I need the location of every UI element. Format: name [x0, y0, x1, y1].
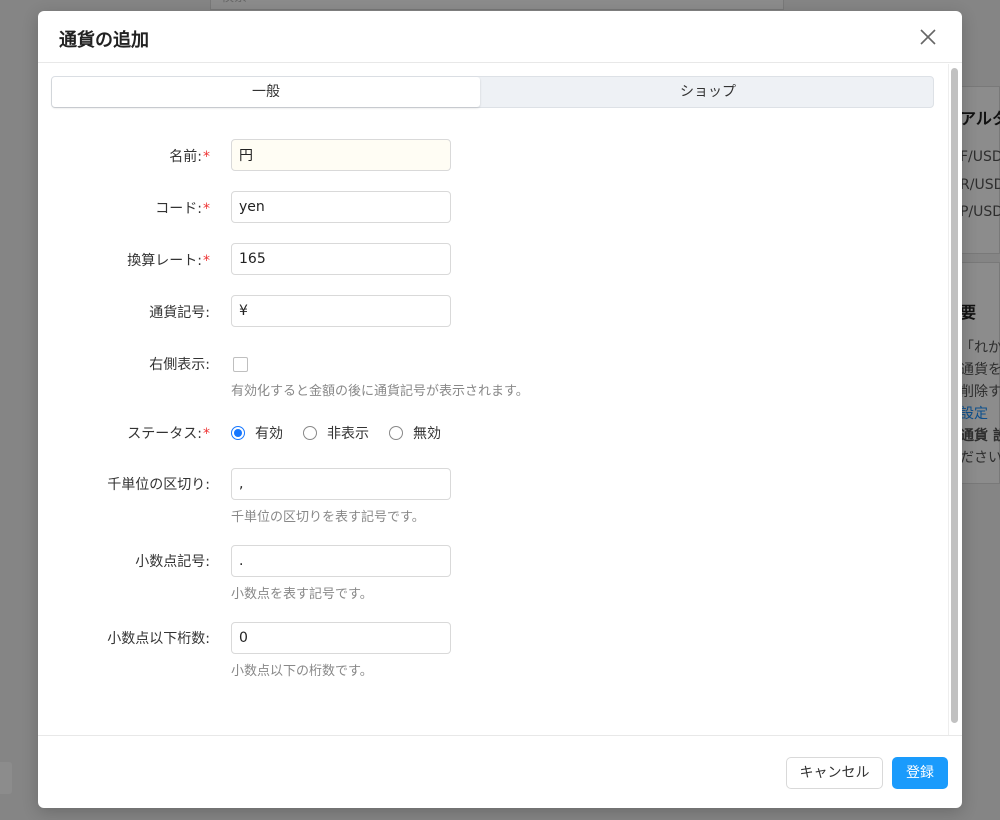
tab-bar: 一般 ショップ [51, 76, 934, 108]
scrollbar[interactable] [948, 64, 960, 736]
radio-unchecked-icon [303, 426, 317, 440]
required-mark: * [203, 253, 210, 269]
decimal-help: 小数点を表す記号です。 [231, 587, 373, 602]
right-display-checkbox[interactable] [233, 357, 248, 372]
right-display-help: 有効化すると金額の後に通貨記号が表示されます。 [231, 384, 529, 399]
currency-symbol-input[interactable] [231, 295, 451, 327]
modal-body: 一般 ショップ 名前:* コード:* 換算レート:* 通貨記号: 右側表示: 有… [38, 64, 962, 736]
right-display-label: 右側表示: [149, 357, 210, 373]
decimal-places-help: 小数点以下の桁数です。 [231, 664, 373, 679]
decimal-places-input[interactable] [231, 622, 451, 654]
name-input[interactable] [231, 139, 451, 171]
required-mark: * [203, 201, 210, 217]
add-currency-modal: 通貨の追加 一般 ショップ 名前:* コード:* 換算レート:* [38, 11, 962, 808]
decimal-symbol-input[interactable] [231, 545, 451, 577]
rate-label: 換算レート:* [127, 250, 210, 270]
required-mark: * [203, 426, 210, 442]
thousands-separator-input[interactable] [231, 468, 451, 500]
status-option-label: 非表示 [327, 426, 369, 442]
required-mark: * [203, 149, 210, 165]
status-option-label: 無効 [413, 426, 441, 442]
decimal-label: 小数点記号: [135, 554, 210, 570]
cancel-button[interactable]: キャンセル [786, 757, 883, 789]
thousands-label: 千単位の区切り: [107, 477, 210, 493]
status-label: ステータス:* [127, 423, 210, 443]
modal-title: 通貨の追加 [59, 30, 149, 51]
status-option-label: 有効 [255, 426, 283, 442]
exchange-rate-input[interactable] [231, 243, 451, 275]
radio-unchecked-icon [389, 426, 403, 440]
name-label-text: 名前: [169, 149, 202, 165]
rate-label-text: 換算レート: [127, 253, 202, 269]
close-button[interactable] [918, 27, 938, 47]
code-label-text: コード: [155, 201, 202, 217]
thousands-help: 千単位の区切りを表す記号です。 [231, 510, 425, 525]
decimal-places-label: 小数点以下桁数: [107, 631, 210, 647]
close-icon [920, 29, 936, 45]
submit-button[interactable]: 登録 [892, 757, 948, 789]
modal-header: 通貨の追加 [38, 11, 962, 63]
radio-checked-icon [231, 426, 245, 440]
code-input[interactable] [231, 191, 451, 223]
scrollbar-thumb[interactable] [951, 68, 958, 723]
modal-footer: キャンセル 登録 [38, 735, 962, 808]
status-label-text: ステータス: [127, 426, 202, 442]
code-label: コード:* [155, 198, 210, 218]
name-label: 名前:* [169, 146, 210, 166]
tab-general[interactable]: 一般 [52, 77, 480, 107]
tab-shop[interactable]: ショップ [482, 77, 934, 107]
symbol-label: 通貨記号: [149, 305, 210, 321]
